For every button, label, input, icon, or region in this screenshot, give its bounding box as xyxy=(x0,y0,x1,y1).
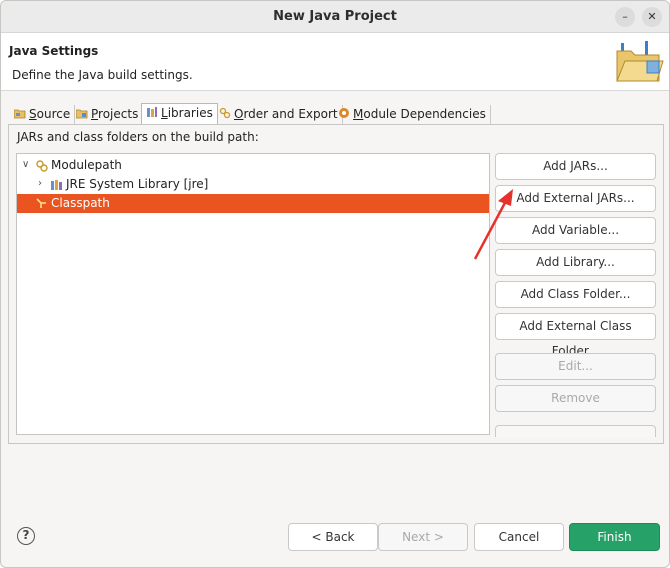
wizard-header: Java Settings Define the Java build sett… xyxy=(1,33,669,91)
tab-source-label: ource xyxy=(36,107,71,121)
tree-item-label: Classpath xyxy=(51,196,110,210)
add-class-folder-button[interactable]: Add Class Folder... xyxy=(495,281,656,308)
order-export-icon xyxy=(219,107,231,119)
tree-item-label: JRE System Library [jre] xyxy=(66,177,209,191)
tab-libraries[interactable]: Libraries xyxy=(141,103,218,125)
libraries-icon xyxy=(147,107,157,117)
close-button[interactable]: ✕ xyxy=(642,7,662,27)
tree-item-classpath[interactable]: Classpath xyxy=(17,194,489,213)
tree-item-label: Modulepath xyxy=(51,158,122,172)
add-external-class-folder-button[interactable]: Add External Class Folder... xyxy=(495,313,656,358)
tab-projects-mnemonic: P xyxy=(91,107,99,121)
back-button[interactable]: < Back xyxy=(288,523,378,551)
tab-libraries-mnemonic: L xyxy=(161,106,168,120)
edit-button[interactable]: Edit... xyxy=(495,353,656,380)
minimize-button[interactable]: – xyxy=(615,7,635,27)
tab-order-label: rder and Export xyxy=(243,107,338,121)
source-folder-icon xyxy=(14,109,26,119)
next-button[interactable]: Next > xyxy=(378,523,468,551)
page-description: Define the Java build settings. xyxy=(12,68,193,82)
tree-item-modulepath[interactable]: ∨ Modulepath xyxy=(17,156,489,175)
title-bar: New Java Project – ✕ xyxy=(1,1,669,33)
classpath-icon xyxy=(36,198,46,208)
module-dependencies-icon xyxy=(339,108,349,118)
minimize-icon: – xyxy=(622,10,628,23)
tab-module-mnemonic: M xyxy=(353,107,364,121)
finish-button[interactable]: Finish xyxy=(569,523,660,551)
projects-icon xyxy=(76,109,88,119)
tab-source-mnemonic: S xyxy=(29,107,37,121)
close-icon: ✕ xyxy=(647,10,657,23)
build-path-tree[interactable]: ∨ Modulepath › JRE System Library [jre] xyxy=(16,153,490,435)
add-jars-button[interactable]: Add JARs... xyxy=(495,153,656,180)
migrate-jar-button-partial[interactable] xyxy=(495,425,656,437)
chevron-right-icon[interactable]: › xyxy=(38,178,48,190)
remove-button[interactable]: Remove xyxy=(495,385,656,412)
tab-libraries-label: ibraries xyxy=(167,106,213,120)
help-icon[interactable]: ? xyxy=(17,527,35,545)
chevron-down-icon[interactable]: ∨ xyxy=(22,159,32,171)
libraries-panel: JARs and class folders on the build path… xyxy=(8,124,664,444)
tab-module-dependencies[interactable]: Module Dependencies xyxy=(334,105,491,125)
tab-projects-label: rojects xyxy=(98,107,139,121)
tab-module-label: odule Dependencies xyxy=(363,107,486,121)
window-title: New Java Project xyxy=(273,9,397,24)
modulepath-icon xyxy=(36,160,48,172)
page-title: Java Settings xyxy=(9,44,99,58)
tab-order-and-export[interactable]: Order and Export xyxy=(215,105,343,125)
cancel-button[interactable]: Cancel xyxy=(474,523,564,551)
tab-projects[interactable]: Projects xyxy=(72,105,144,125)
tab-source[interactable]: Source xyxy=(10,105,76,125)
tree-item-jre-system-library[interactable]: › JRE System Library [jre] xyxy=(17,175,489,194)
library-icon xyxy=(51,180,62,190)
build-path-label: JARs and class folders on the build path… xyxy=(17,130,259,144)
java-project-folder-icon xyxy=(616,41,664,82)
annotation-arrow xyxy=(473,189,513,260)
new-java-project-dialog: New Java Project – ✕ Java Settings Defin… xyxy=(0,0,670,568)
